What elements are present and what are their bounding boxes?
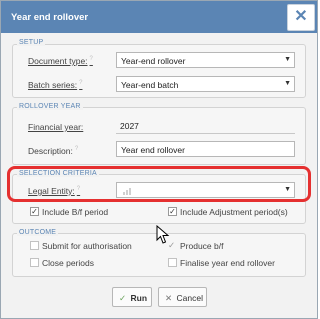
- dialog-title: Year end rollover: [11, 12, 89, 23]
- rollover-year-legend: ROLLOVER YEAR: [17, 103, 83, 110]
- help-icon: ?: [79, 80, 83, 87]
- batch-series-label: Batch series:?: [28, 80, 83, 90]
- close-periods-checkbox[interactable]: [30, 258, 39, 267]
- checkmark-icon: ✓: [31, 207, 38, 216]
- cancel-icon: ✕: [165, 293, 173, 303]
- submit-for-authorisation-label: Submit for authorisation: [42, 241, 132, 251]
- submit-for-authorisation-checkbox[interactable]: [30, 241, 39, 250]
- year-end-rollover-dialog: Year end rollover ✕ SETUP Document type:…: [0, 0, 318, 319]
- include-bf-period-label: Include B/f period: [42, 207, 109, 217]
- run-button-label: Run: [130, 293, 148, 303]
- produce-bf-label: Produce b/f: [180, 241, 224, 251]
- outcome-legend: OUTCOME: [17, 229, 59, 236]
- finalise-year-end-rollover-checkbox[interactable]: [168, 258, 177, 267]
- help-icon: ?: [89, 56, 93, 63]
- setup-legend: SETUP: [17, 39, 46, 46]
- financial-year-value: 2027: [116, 118, 295, 134]
- mouse-pointer-icon: [156, 225, 170, 244]
- finalise-year-end-rollover-label: Finalise year end rollover: [180, 258, 275, 268]
- cancel-button-label: Cancel: [176, 293, 203, 303]
- close-periods-label: Close periods: [42, 258, 94, 268]
- chevron-down-icon: ▼: [284, 80, 291, 87]
- document-type-label: Document type:?: [28, 56, 93, 66]
- description-input[interactable]: Year end rollover: [116, 141, 295, 157]
- selection-criteria-highlight: [7, 166, 311, 202]
- include-adjustment-periods-checkbox[interactable]: ✓: [168, 207, 177, 216]
- dialog-title-bar: Year end rollover ✕: [1, 1, 317, 33]
- chevron-down-icon: ▼: [284, 56, 291, 63]
- include-adjustment-periods-label: Include Adjustment period(s): [180, 207, 288, 217]
- batch-series-select[interactable]: Year-end batch ▼: [116, 76, 295, 92]
- run-button[interactable]: ✓ Run: [112, 287, 152, 307]
- checkmark-icon: ✓: [169, 207, 176, 216]
- checkmark-icon: ✓: [119, 293, 127, 303]
- close-icon: ✕: [294, 8, 308, 25]
- financial-year-label: Financial year:: [28, 122, 84, 132]
- close-button[interactable]: ✕: [287, 4, 315, 31]
- document-type-select[interactable]: Year-end rollover ▼: [116, 52, 295, 68]
- include-bf-period-checkbox[interactable]: ✓: [30, 207, 39, 216]
- help-icon: ?: [74, 146, 79, 153]
- description-label: Description:?: [28, 146, 79, 156]
- cancel-button[interactable]: ✕ Cancel: [158, 287, 207, 307]
